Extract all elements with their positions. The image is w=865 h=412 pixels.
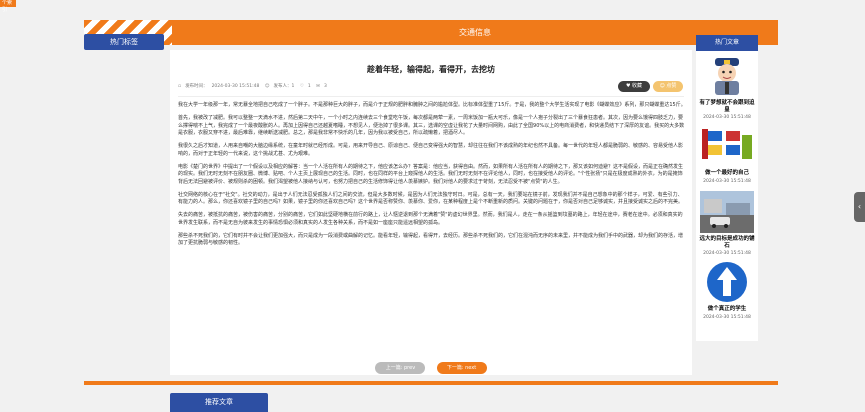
traffic-sign-image[interactable] xyxy=(700,125,754,167)
divider xyxy=(178,96,684,97)
next-button[interactable]: 下一篇: next xyxy=(436,362,487,374)
publish-date: 2024-03-30 15:51:48 xyxy=(211,84,260,89)
header-band: 交通信息 xyxy=(84,20,778,45)
comment-count: 3 xyxy=(323,84,327,89)
hot-articles-sidebar: 有了梦想就不会跟到迫皇 2024-03-30 15:51:48 做一个最好的自己… xyxy=(696,51,758,341)
like-count: 1 xyxy=(307,84,311,89)
paragraph: 我很久之后才知道，人用来自嘲的大脑边缘系统，在童年时就已经形成。可是，用来开导自… xyxy=(178,143,684,157)
author: 发布人：1 xyxy=(273,84,295,89)
arrow-sign-image[interactable] xyxy=(700,261,754,303)
article-card: 趁着年轻，输得起，看得开，去挖坊 ▫ 发布时间： 2024-03-30 15:51:… xyxy=(170,50,692,375)
date-label: 发布时间： xyxy=(185,84,208,89)
sidebar-item-date: 2024-03-30 15:51:48 xyxy=(703,179,751,184)
paragraph: 电影《楚门的世界》中提出了一个假设以及相应的解答：当一个人活在所有人的期待之下，… xyxy=(178,163,684,185)
sidebar-item-date: 2024-03-30 15:51:48 xyxy=(703,315,751,320)
thumbs-up-icon: ☺ xyxy=(659,83,665,89)
chevron-left-icon: ‹ xyxy=(857,202,862,211)
thumb-icon: ♡ xyxy=(299,84,304,89)
sidebar-item-title[interactable]: 做一个最好的自己 xyxy=(698,170,756,177)
paragraph: 我在大学一年级那一年，常无暴全地把自己吃成了一个胖子。不是那种巨大的胖子，而是介… xyxy=(178,102,686,108)
collapse-toggle[interactable]: ‹ xyxy=(854,192,865,222)
paragraph: 社交网络的核心在于"社交"。社交的动力，是出于人们无法忍受孤独人们之间的交流，但… xyxy=(178,191,684,206)
heart-icon: ♥ xyxy=(625,83,631,89)
article-meta: ▫ 发布时间： 2024-03-30 15:51:48 ☺ 发布人：1 ♡ 1 ✉ 3 xyxy=(178,83,331,89)
hot-articles-tab[interactable]: 热门文章 xyxy=(696,35,758,51)
paragraph: 首先，我被改了减肥。我可以整整一天滴水不进，然后第二天中午，一个小时之内连续去三… xyxy=(178,115,685,136)
comment-icon: ✉ xyxy=(316,84,320,89)
sidebar-item-title[interactable]: 远大的目标是成功的铺石 xyxy=(698,236,756,250)
sidebar-item-title[interactable]: 有了梦想就不会跟到迫皇 xyxy=(698,100,756,114)
hot-tags-tab[interactable]: 热门标签 xyxy=(84,34,164,50)
sidebar-item-date: 2024-03-30 15:51:48 xyxy=(703,115,751,120)
page-title: 交通信息 xyxy=(172,20,778,45)
calendar-icon: ▫ xyxy=(178,84,182,89)
bottom-rail xyxy=(84,381,778,385)
user-icon: ☺ xyxy=(264,84,270,89)
sidebar-item-title[interactable]: 做个真正的学生 xyxy=(698,306,756,313)
article-body: 我在大学一年级那一年，常无暴全地把自己吃成了一个胖子。不是那种巨大的胖子，而是介… xyxy=(178,102,686,253)
favorite-button[interactable]: ♥ 收藏 xyxy=(618,81,650,92)
road-scene-image[interactable] xyxy=(700,191,754,233)
recommended-articles-tab[interactable]: 推荐文章 xyxy=(170,393,268,412)
sidebar-item-date: 2024-03-30 15:51:48 xyxy=(703,251,751,256)
like-label: 点赞 xyxy=(666,83,677,89)
pager: 上一篇: prev 下一篇: next xyxy=(170,354,692,374)
police-cartoon-image[interactable] xyxy=(700,55,754,97)
like-button[interactable]: ☺ 点赞 xyxy=(653,81,683,92)
paragraph: 那些杀不死我们的，它们有时并不会让我们更加强大，而只是成为一段消费或曲解的记忆。… xyxy=(178,232,684,247)
favorite-label: 收藏 xyxy=(632,83,643,89)
article-title: 趁着年轻，输得起，看得开，去挖坊 xyxy=(367,65,495,74)
sidebar-stripe-decoration xyxy=(758,35,778,43)
paragraph: 失去的痛苦，被抵抗的痛苦，被伤害的痛苦，分别的痛苦，它们如此坚硬地横在前行的路上… xyxy=(178,212,683,226)
prev-button[interactable]: 上一篇: prev xyxy=(375,362,426,374)
corner-badge[interactable]: 个索引 xyxy=(0,0,16,13)
